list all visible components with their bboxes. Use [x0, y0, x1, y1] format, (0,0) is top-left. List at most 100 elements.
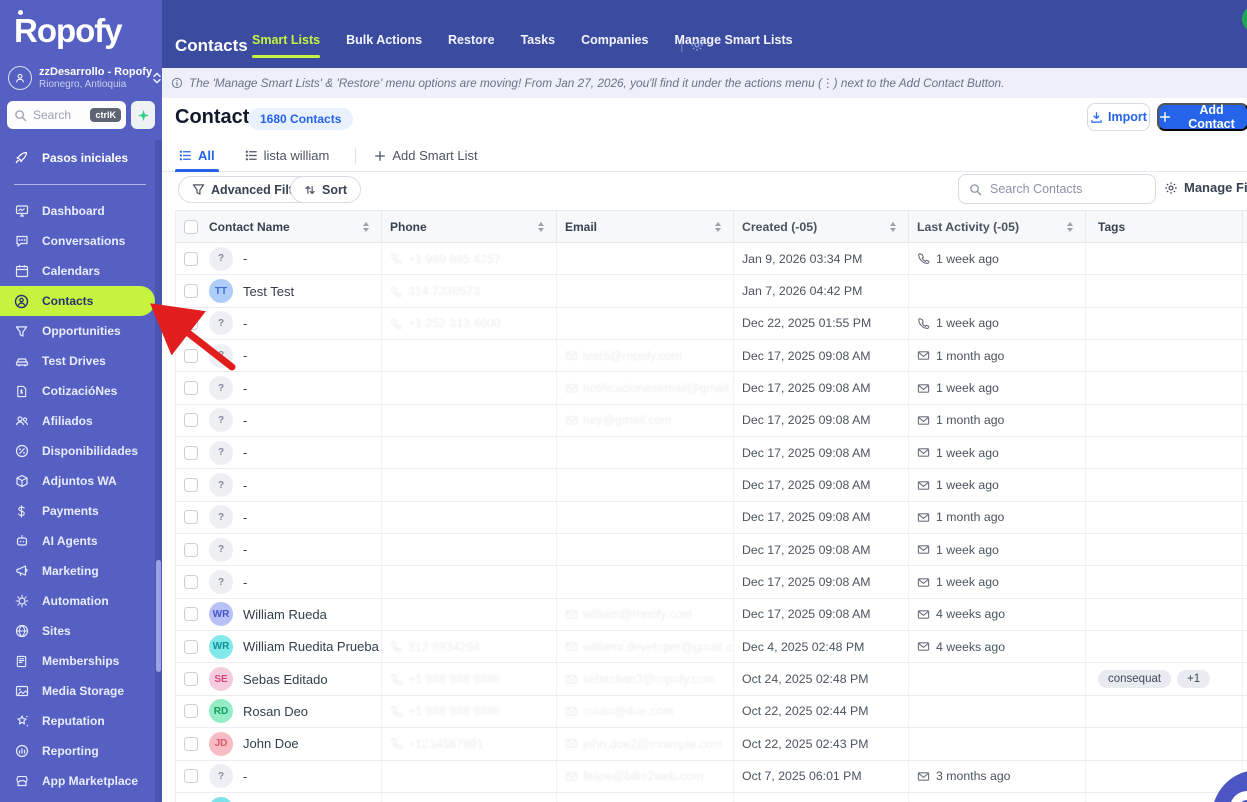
import-button[interactable]: Import — [1087, 103, 1150, 131]
sidebar-item-contacts[interactable]: Contacts — [0, 286, 155, 316]
contact-name[interactable]: - — [243, 348, 247, 363]
row-checkbox[interactable] — [184, 575, 198, 590]
table-row[interactable]: RD Rosan Deo +1 888 888 8888 rosan@doe.com O… — [176, 695, 1247, 729]
table-row[interactable]: ? - Dec 17, 2025 09:08 AM 1 week ago — [176, 566, 1247, 599]
sidebar-item-memberships[interactable]: Memberships — [0, 646, 162, 676]
topnav-tab-restore[interactable]: Restore — [448, 33, 495, 51]
row-checkbox[interactable] — [184, 348, 198, 363]
table-row[interactable]: ? - Dec 17, 2025 09:08 AM 1 week ago — [176, 469, 1247, 502]
sort-carets-icon[interactable] — [715, 221, 721, 232]
contact-name[interactable]: - — [243, 478, 247, 493]
sidebar-scrollbar-thumb[interactable] — [156, 560, 161, 672]
table-row[interactable]: WR William Rueda william@ropofy.com Dec 17,… — [176, 598, 1247, 632]
table-row[interactable]: JD John Doe +1234567891 john.doe2@example.c… — [176, 728, 1247, 761]
row-checkbox[interactable] — [184, 542, 198, 557]
contact-name[interactable]: Rosan Deo — [243, 704, 308, 719]
table-row[interactable]: ? - felipe@bike2web.com Oct 7, 2025 06:01 P… — [176, 760, 1247, 793]
add-contact-button[interactable]: Add Contact — [1157, 103, 1247, 131]
column-header-email[interactable]: Email — [557, 211, 734, 242]
topnav-tab-tasks[interactable]: Tasks — [521, 33, 556, 51]
sidebar-item-calendars[interactable]: Calendars — [0, 256, 162, 286]
sidebar-item-disponibilidades[interactable]: Disponibilidades — [0, 436, 162, 466]
sidebar-item-pasos-iniciales[interactable]: Pasos iniciales — [0, 144, 155, 172]
contact-name[interactable]: - — [243, 575, 247, 590]
search-contacts-input[interactable]: Search Contacts — [958, 174, 1156, 204]
tab-lista-william[interactable]: lista william — [241, 140, 334, 172]
sidebar-item-sites[interactable]: Sites — [0, 616, 162, 646]
sidebar-item-marketing[interactable]: Marketing — [0, 556, 162, 586]
row-checkbox[interactable] — [184, 316, 198, 331]
sort-carets-icon[interactable] — [1067, 221, 1073, 232]
sort-carets-icon[interactable] — [890, 221, 896, 232]
contact-name[interactable]: John Doe — [243, 736, 299, 751]
row-checkbox[interactable] — [184, 736, 198, 751]
sidebar-item-payments[interactable]: Payments — [0, 496, 162, 526]
sidebar-item-reputation[interactable]: Reputation — [0, 706, 162, 736]
column-header-phone[interactable]: Phone — [382, 211, 557, 242]
sort-carets-icon[interactable] — [538, 221, 544, 232]
table-row[interactable]: ? - Dec 17, 2025 09:08 AM 1 month ago — [176, 501, 1247, 535]
row-checkbox[interactable] — [184, 284, 198, 299]
topnav-tab-smart-lists[interactable]: Smart Lists — [252, 33, 321, 58]
contact-name[interactable]: - — [243, 316, 247, 331]
gear-icon[interactable] — [690, 38, 704, 52]
row-checkbox[interactable] — [184, 251, 198, 266]
row-checkbox[interactable] — [184, 704, 198, 719]
table-row[interactable]: ? - Dec 17, 2025 09:08 AM 1 week ago — [176, 534, 1247, 567]
sidebar-item-reporting[interactable]: Reporting — [0, 736, 162, 766]
contact-name[interactable]: - — [243, 510, 247, 525]
row-checkbox[interactable] — [184, 413, 198, 428]
contact-name[interactable]: - — [243, 769, 247, 784]
contact-name[interactable]: - — [243, 251, 247, 266]
table-row[interactable]: ? - ney@gmail.com Dec 17, 2025 09:08 AM 1 mo… — [176, 404, 1247, 438]
sidebar-item-media-storage[interactable]: Media Storage — [0, 676, 162, 706]
contact-name[interactable]: - — [243, 542, 247, 557]
sidebar-item-automation[interactable]: Automation — [0, 586, 162, 616]
sidebar-item-opportunities[interactable]: Opportunities — [0, 316, 162, 346]
tab-all[interactable]: All — [175, 140, 219, 172]
row-checkbox[interactable] — [184, 672, 198, 687]
sidebar-item-app-marketplace[interactable]: App Marketplace — [0, 766, 162, 796]
table-row[interactable]: ? - test5@ropofy.com Dec 17, 2025 09:08 AM 1… — [176, 340, 1247, 373]
row-checkbox[interactable] — [184, 381, 198, 396]
row-checkbox[interactable] — [184, 510, 198, 525]
table-row[interactable]: ? - notificacionesemail@gmail.c Dec 17, 202… — [176, 372, 1247, 405]
row-checkbox[interactable] — [184, 445, 198, 460]
sidebar-item-cotizaci-nes[interactable]: CotizacióNes — [0, 376, 162, 406]
topnav-tab-companies[interactable]: Companies — [581, 33, 648, 51]
row-checkbox[interactable] — [184, 639, 198, 654]
quick-actions-button[interactable] — [131, 101, 155, 129]
manage-fields-button[interactable]: Manage Fields — [1164, 180, 1247, 195]
row-checkbox[interactable] — [184, 478, 198, 493]
column-header-last-activity-05-[interactable]: Last Activity (-05) — [909, 211, 1086, 242]
topnav-tab-bulk-actions[interactable]: Bulk Actions — [346, 33, 422, 51]
row-checkbox[interactable] — [184, 607, 198, 622]
sort-button[interactable]: Sort — [290, 176, 361, 203]
contact-name[interactable]: William Rueda — [243, 607, 327, 622]
table-row[interactable]: ? - +1 252 313 4600 Dec 22, 2025 01:55 PM 1 … — [176, 307, 1247, 341]
table-row[interactable]: ? - +1 989 885 4257 Jan 9, 2026 03:34 PM 1 w… — [176, 243, 1247, 276]
table-row[interactable] — [176, 792, 1247, 802]
phone-icon[interactable] — [1242, 6, 1247, 32]
sort-carets-icon[interactable] — [363, 221, 369, 232]
contact-name[interactable]: - — [243, 445, 247, 460]
table-row[interactable]: TT Test Test 314 7338573 Jan 7, 2026 04:42 … — [176, 275, 1247, 308]
add-smart-list-button[interactable]: Add Smart List — [374, 148, 478, 163]
contact-name[interactable]: Test Test — [243, 284, 294, 299]
contact-name[interactable]: - — [243, 381, 247, 396]
sidebar-item-conversations[interactable]: Conversations — [0, 226, 162, 256]
contact-name[interactable]: - — [243, 413, 247, 428]
select-all-checkbox[interactable] — [184, 219, 198, 234]
sidebar-item-dashboard[interactable]: Dashboard — [0, 196, 162, 226]
search-input[interactable]: Search ctrlK — [7, 101, 126, 129]
contact-name[interactable]: William Ruedita Prueba — [243, 639, 379, 654]
table-row[interactable]: SE Sebas Editado +1 888 888 8888 sebastian3… — [176, 663, 1247, 696]
contact-name[interactable]: Sebas Editado — [243, 672, 328, 687]
row-checkbox[interactable] — [184, 769, 198, 784]
sidebar-item-afiliados[interactable]: Afiliados — [0, 406, 162, 436]
table-row[interactable]: ? - Dec 17, 2025 09:08 AM 1 week ago — [176, 437, 1247, 470]
sidebar-item-adjuntos-wa[interactable]: Adjuntos WA — [0, 466, 162, 496]
account-switcher[interactable]: zzDesarrollo - Ropofy Rionegro, Antioqui… — [6, 62, 161, 94]
table-row[interactable]: WR William Ruedita Prueba 312 8934294 willi… — [176, 631, 1247, 664]
sidebar-item-test-drives[interactable]: Test Drives — [0, 346, 162, 376]
